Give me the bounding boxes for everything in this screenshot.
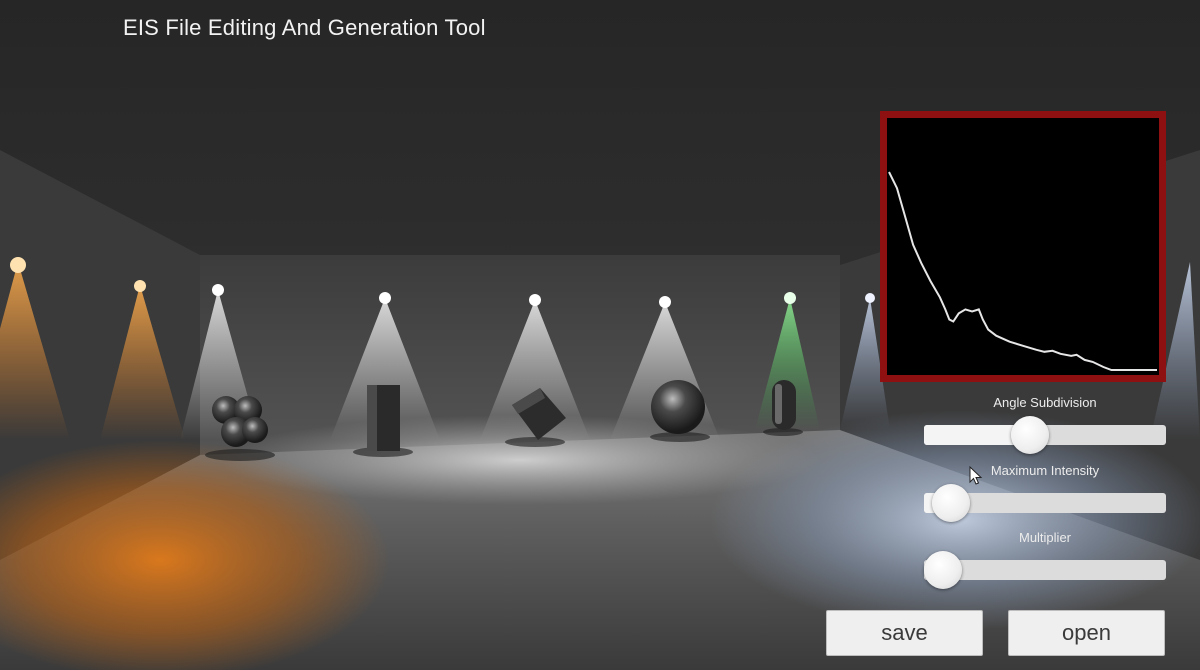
maximum-intensity-handle[interactable] [931,484,970,522]
open-button[interactable]: open [1008,610,1165,656]
intensity-curve-panel [880,111,1166,382]
intensity-curve-line [888,171,1157,371]
intensity-curve [888,171,1157,371]
maximum-intensity-slider[interactable] [924,484,1166,522]
angle-subdivision-slider[interactable] [924,416,1166,454]
multiplier-handle[interactable] [924,551,962,589]
save-button[interactable]: save [826,610,983,656]
mouse-cursor-icon [969,466,983,485]
maximum-intensity-label: Maximum Intensity [990,463,1100,478]
multiplier-label: Multiplier [1018,530,1071,545]
app-title: EIS File Editing And Generation Tool [123,15,486,40]
multiplier-slider[interactable] [924,551,1166,589]
angle-subdivision-handle[interactable] [1011,416,1050,454]
angle-subdivision-label: Angle Subdivision [993,395,1097,410]
